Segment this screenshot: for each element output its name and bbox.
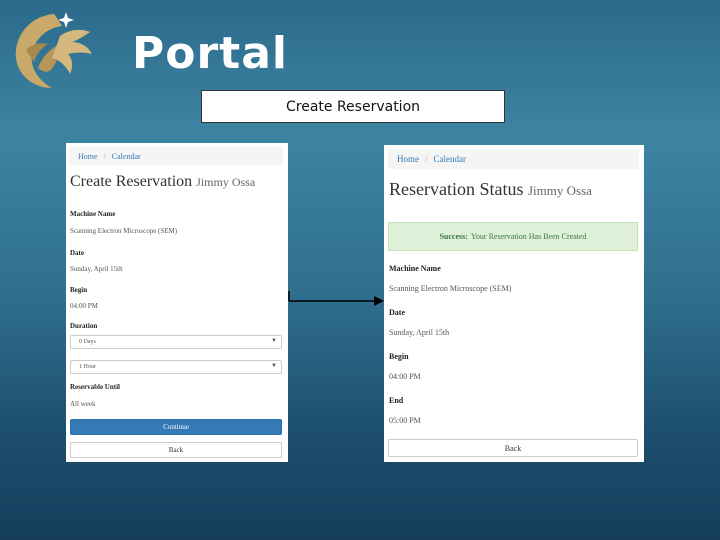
chevron-down-icon: ▼ xyxy=(271,338,277,344)
breadcrumb-calendar-link[interactable]: Calendar xyxy=(112,152,141,161)
end-value: 05:00 PM xyxy=(389,416,421,425)
end-label: End xyxy=(389,396,404,405)
caption-box: Create Reservation xyxy=(201,90,505,123)
breadcrumb: Home / Calendar xyxy=(69,147,283,165)
begin-value: 04:00 PM xyxy=(389,372,421,381)
continue-button[interactable]: Continue xyxy=(70,419,282,435)
date-label: Date xyxy=(389,308,405,317)
chevron-down-icon: ▼ xyxy=(271,363,277,369)
begin-value: 04:00 PM xyxy=(70,302,98,310)
machine-name-value: Scanning Electron Microscope (SEM) xyxy=(389,284,512,293)
breadcrumb-separator: / xyxy=(103,151,106,161)
duration-days-value: 0 Days xyxy=(79,339,96,345)
machine-name-label: Machine Name xyxy=(389,264,441,273)
page-title-text: Create Reservation xyxy=(70,173,193,190)
breadcrumb-home-link[interactable]: Home xyxy=(397,154,419,164)
reservable-until-label: Reservable Until xyxy=(70,383,120,391)
page-title: Reservation Status Jimmy Ossa xyxy=(389,179,592,200)
slide-title: Portal xyxy=(132,28,288,79)
breadcrumb: Home / Calendar xyxy=(388,149,639,169)
continue-button-label: Continue xyxy=(163,423,189,431)
back-button-label: Back xyxy=(504,443,522,453)
machine-name-value: Scanning Electron Microscope (SEM) xyxy=(70,227,178,235)
date-label: Date xyxy=(70,249,84,257)
date-value: Sunday, April 15th xyxy=(70,265,123,273)
success-alert-strong: Success: xyxy=(439,232,468,241)
page-title-text: Reservation Status xyxy=(389,179,524,199)
arrow-right-icon xyxy=(288,291,384,306)
duration-label: Duration xyxy=(70,322,98,330)
breadcrumb-separator: / xyxy=(425,154,428,164)
duration-days-select[interactable]: 0 Days ▼ xyxy=(70,335,282,349)
back-button[interactable]: Back xyxy=(388,439,638,457)
reservable-until-value: All week xyxy=(70,400,96,408)
page-title-user: Jimmy Ossa xyxy=(527,183,592,198)
caption-text: Create Reservation xyxy=(285,98,421,115)
machine-name-label: Machine Name xyxy=(70,210,116,218)
begin-label: Begin xyxy=(389,352,409,361)
date-value: Sunday, April 15th xyxy=(389,328,450,337)
back-button-label: Back xyxy=(168,446,184,454)
reservation-status-screen: Home / Calendar Reservation Status Jimmy… xyxy=(384,145,644,462)
duration-hours-select[interactable]: 1 Hour ▼ xyxy=(70,360,282,374)
begin-label: Begin xyxy=(70,286,88,294)
page-title: Create Reservation Jimmy Ossa xyxy=(70,173,255,191)
breadcrumb-home-link[interactable]: Home xyxy=(78,152,98,161)
back-button[interactable]: Back xyxy=(70,442,282,458)
page-title-user: Jimmy Ossa xyxy=(196,175,256,189)
duration-hours-value: 1 Hour xyxy=(79,364,96,370)
pegasus-logo-icon xyxy=(15,12,92,88)
create-reservation-screen: Home / Calendar Create Reservation Jimmy… xyxy=(66,143,288,462)
success-alert: Success: Your Reservation Has Been Creat… xyxy=(388,222,638,251)
breadcrumb-calendar-link[interactable]: Calendar xyxy=(434,154,466,164)
success-alert-text: Your Reservation Has Been Created xyxy=(470,232,587,241)
